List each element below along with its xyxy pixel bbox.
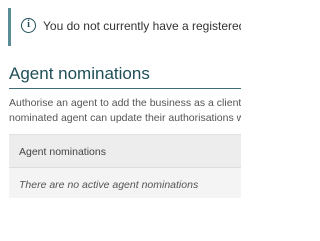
table-header: Agent nominations xyxy=(9,135,241,168)
notice-text: You do not currently have a registered a… xyxy=(43,19,241,33)
empty-state-message: There are no active agent nominations xyxy=(19,179,199,191)
intro-text-line-2: nominated agent can update their authori… xyxy=(9,112,241,124)
info-notice: i You do not currently have a registered… xyxy=(8,8,241,46)
page: i You do not currently have a registered… xyxy=(0,0,241,241)
info-icon: i xyxy=(21,18,36,33)
section-heading: Agent nominations xyxy=(9,64,150,83)
heading-divider xyxy=(9,88,241,89)
column-header-agent-nominations: Agent nominations xyxy=(19,146,106,158)
agent-nominations-table: Agent nominations There are no active ag… xyxy=(9,134,241,198)
intro-text-line-1: Authorise an agent to add the business a… xyxy=(9,97,241,109)
